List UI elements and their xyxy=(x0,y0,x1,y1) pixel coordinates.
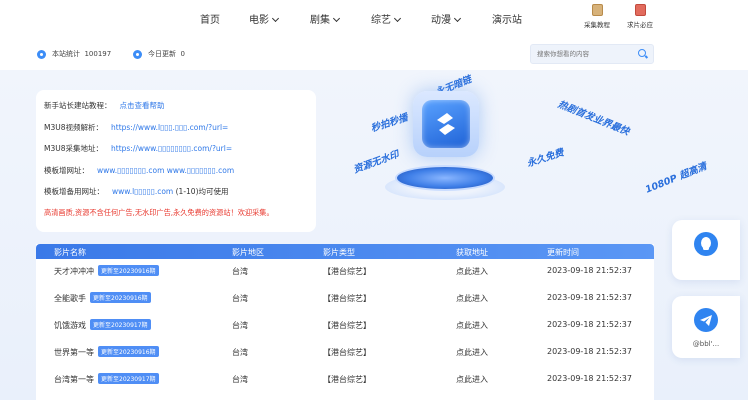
nav-item-series[interactable]: 剧集 xyxy=(310,11,341,26)
tutorial-button[interactable]: 采集教程 xyxy=(580,4,614,29)
title-link[interactable]: 全能歌手 更新至20230916期 xyxy=(54,292,151,304)
tutorial-icon xyxy=(591,4,603,16)
request-icon xyxy=(634,4,646,16)
region-cell: 台湾 xyxy=(232,294,248,303)
m3u8-collect-line: M3U8采集地址： https://www.▯▯▯▯▯▯▯▯.com/?url= xyxy=(44,144,233,153)
table-row[interactable]: 全能歌手 更新至20230916期 台湾 【港台综艺】 点此进入 2023-09-… xyxy=(36,286,654,313)
template-backup-line: 模板增备用网址： www.l▯▯▯▯▯.com (1-10)均可使用 xyxy=(44,187,229,196)
qq-icon xyxy=(694,232,718,256)
status-badge: 更新至20230917期 xyxy=(98,373,159,384)
type-cell: 【港台综艺】 xyxy=(323,321,371,330)
region-cell: 台湾 xyxy=(232,321,248,330)
promo-tag: 热剧首发业界最快 xyxy=(556,99,631,138)
chevron-down-icon xyxy=(393,14,402,23)
nav-item-home[interactable]: 首页 xyxy=(200,11,220,26)
tutorial-line: 新手站长建站教程： 点击查看帮助 xyxy=(44,101,165,110)
promo-tag: 资源无水印 xyxy=(352,149,401,176)
time-cell: 2023-09-18 21:52:37 xyxy=(547,374,632,383)
chevron-down-icon xyxy=(332,14,341,23)
title-link[interactable]: 饥饿游戏 更新至20230917期 xyxy=(54,319,151,331)
time-cell: 2023-09-18 21:52:37 xyxy=(547,266,632,275)
qq-contact-button[interactable] xyxy=(672,220,740,280)
region-cell: 台湾 xyxy=(232,348,248,357)
time-cell: 2023-09-18 21:52:37 xyxy=(547,320,632,329)
search-input[interactable] xyxy=(530,44,654,64)
region-cell: 台湾 xyxy=(232,375,248,384)
type-cell: 【港台综艺】 xyxy=(323,375,371,384)
paper-plane-icon xyxy=(700,315,712,326)
enter-link[interactable]: 点此进入 xyxy=(456,266,488,277)
promo-tag: 秒拍秒播 xyxy=(369,112,410,135)
type-cell: 【港台综艺】 xyxy=(323,267,371,276)
template-line: 模板增网址： www.▯▯▯▯▯▯▯.com www.▯▯▯▯▯▯▯.com xyxy=(44,166,235,175)
title-link[interactable]: 台湾第一等 更新至20230917期 xyxy=(54,373,159,385)
promo-tag: 永久免费 xyxy=(525,147,566,170)
status-badge: 更新至20230916期 xyxy=(98,265,159,276)
status-badge: 更新至20230916期 xyxy=(90,292,151,303)
title-link[interactable]: 天才冲冲冲 更新至20230916期 xyxy=(54,265,159,277)
promo-tag: 1080P 超高清 xyxy=(643,161,709,196)
nav-item-anime[interactable]: 动漫 xyxy=(431,11,462,26)
enter-link[interactable]: 点此进入 xyxy=(456,320,488,331)
header-type: 影片类型 xyxy=(323,248,355,257)
today-icon xyxy=(133,49,142,59)
template-backup-link[interactable]: www.l▯▯▯▯▯.com xyxy=(112,187,173,196)
m3u8-collect-link[interactable]: https://www.▯▯▯▯▯▯▯▯.com/?url= xyxy=(111,144,232,153)
status-badge: 更新至20230916期 xyxy=(98,346,159,357)
type-cell: 【港台综艺】 xyxy=(323,294,371,303)
m3u8-parse-link[interactable]: https://www.l▯▯▯.▯▯▯.com/?url= xyxy=(111,123,228,132)
today-stats: 今日更新 0 xyxy=(133,46,185,62)
header-link: 获取地址 xyxy=(456,248,488,257)
chevron-down-icon xyxy=(453,14,462,23)
top-nav: 首页 电影 剧集 综艺 动漫 演示站 采集教程 求片必应 xyxy=(0,0,748,36)
enter-link[interactable]: 点此进入 xyxy=(456,374,488,385)
telegram-contact-button[interactable]: @bbl'... xyxy=(672,296,740,358)
telegram-icon xyxy=(694,308,718,332)
telegram-handle: @bbl'... xyxy=(692,340,720,348)
header-time: 更新时间 xyxy=(547,248,579,257)
template-link[interactable]: www.▯▯▯▯▯▯▯.com www.▯▯▯▯▯▯▯.com xyxy=(97,166,234,175)
title-link[interactable]: 世界第一等 更新至20230916期 xyxy=(54,346,159,358)
table-header: 影片名称 影片地区 影片类型 获取地址 更新时间 xyxy=(36,244,654,259)
platform-icon xyxy=(395,165,495,191)
header-region: 影片地区 xyxy=(232,248,264,257)
m3u8-parse-line: M3U8视频解析： https://www.l▯▯▯.▯▯▯.com/?url= xyxy=(44,123,229,132)
nav-item-movies[interactable]: 电影 xyxy=(249,11,280,26)
header-name: 影片名称 xyxy=(54,248,86,257)
notice-text: 高清画质,资源不含任何广告,无水印广告,永久免费的资源站！欢迎采集。 xyxy=(44,208,274,217)
request-button[interactable]: 求片必应 xyxy=(623,4,657,29)
table-row[interactable]: 世界第一等 更新至20230916期 台湾 【港台综艺】 点此进入 2023-09… xyxy=(36,340,654,367)
table-row[interactable]: 饥饿游戏 更新至20230917期 台湾 【港台综艺】 点此进入 2023-09-… xyxy=(36,313,654,340)
time-cell: 2023-09-18 21:52:37 xyxy=(547,347,632,356)
qq-glyph-icon xyxy=(701,237,711,250)
chevron-down-icon xyxy=(271,14,280,23)
table-row[interactable]: 天才冲冲冲 更新至20230916期 台湾 【港台综艺】 点此进入 2023-09… xyxy=(36,259,654,286)
promo-art: 永无暗链 秒拍秒播 热剧首发业界最快 资源无水印 永久免费 1080P 超高清 xyxy=(330,70,730,240)
enter-link[interactable]: 点此进入 xyxy=(456,347,488,358)
time-cell: 2023-09-18 21:52:37 xyxy=(547,293,632,302)
type-cell: 【港台综艺】 xyxy=(323,348,371,357)
status-badge: 更新至20230917期 xyxy=(90,319,151,330)
search-icon[interactable] xyxy=(638,49,646,57)
enter-link[interactable]: 点此进入 xyxy=(456,293,488,304)
tutorial-link[interactable]: 点击查看帮助 xyxy=(120,101,165,110)
stats-icon xyxy=(37,49,46,59)
table-row[interactable]: 台湾第一等 更新至20230917期 台湾 【港台综艺】 点此进入 2023-09… xyxy=(36,367,654,394)
nav-item-demo[interactable]: 演示站 xyxy=(492,11,522,26)
nav-item-variety[interactable]: 综艺 xyxy=(371,11,402,26)
s-logo-icon xyxy=(437,113,455,135)
site-stats: 本站统计 100197 xyxy=(37,46,111,62)
region-cell: 台湾 xyxy=(232,267,248,276)
